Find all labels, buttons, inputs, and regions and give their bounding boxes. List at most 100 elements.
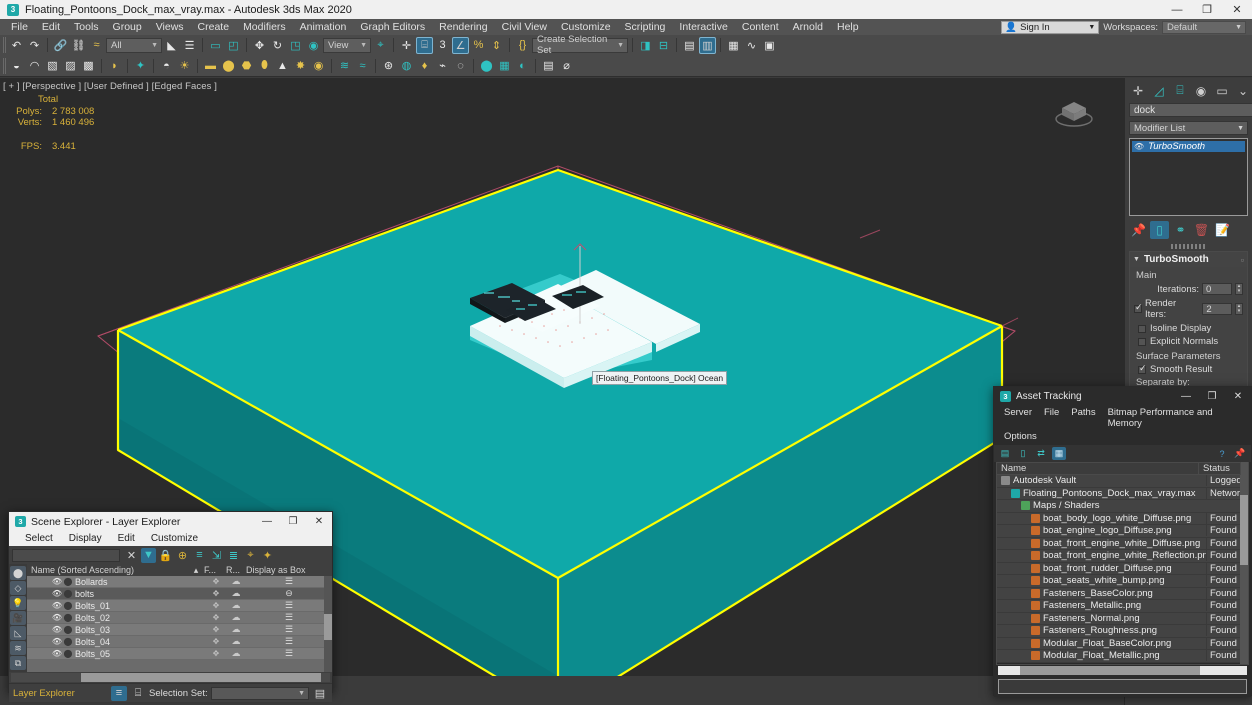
bitmap-icon[interactable]: ▦ [496, 57, 513, 74]
cone-icon[interactable]: ▲ [274, 57, 291, 74]
asset-row[interactable]: Modular_Float_Metallic.png Found [997, 650, 1248, 663]
circle-icon[interactable]: ◉ [310, 57, 327, 74]
redo-icon[interactable]: ↷ [26, 37, 43, 54]
asset-grid-rows[interactable]: Autodesk Vault Logged... Floating_Pontoons… [996, 475, 1249, 665]
scene-explorer-row[interactable]: 👁 ⬤ Bolts_02 ✥ ☁ ☰ [27, 612, 332, 624]
sunlight-icon[interactable]: ◓ [158, 57, 175, 74]
column-renderable[interactable]: R... [226, 565, 246, 575]
sign-in-button[interactable]: 👤 Sign In ▼ [1001, 21, 1100, 34]
isoline-display-checkbox[interactable] [1138, 324, 1146, 333]
sort-icon[interactable]: ⇲ [209, 548, 224, 563]
scene-explorer-icon[interactable]: ▥ [699, 36, 716, 54]
create-tab-icon[interactable]: ✛ [1129, 82, 1147, 100]
filter-icon[interactable]: ▼ [141, 547, 156, 563]
scrollbar-thumb[interactable] [324, 614, 332, 640]
workspace-select[interactable]: Default ▼ [1162, 21, 1246, 34]
display-as-box-icon[interactable]: ☰ [246, 576, 332, 587]
asset-row[interactable]: boat_engine_logo_Diffuse.png Found [997, 525, 1248, 538]
scene-explorer-row[interactable]: 👁 ⬤ bolts ✥ ☁ ⊖ [27, 588, 332, 600]
pick-icon[interactable]: ⌖ [243, 548, 258, 563]
render-iterative-icon[interactable]: ▨ [62, 57, 79, 74]
star-light-icon[interactable]: ✸ [292, 57, 309, 74]
menu-item-scripting[interactable]: Scripting [618, 19, 673, 35]
coord-system-select[interactable]: View ▼ [323, 37, 371, 53]
eye-icon[interactable]: 👁 [51, 589, 63, 598]
clear-search-icon[interactable]: ✕ [124, 548, 139, 563]
check-out-icon[interactable]: ▯ [1016, 447, 1030, 460]
modifier-list-dropdown[interactable]: Modifier List ▼ [1129, 121, 1248, 135]
grid-view-icon[interactable]: ▦ [1052, 447, 1066, 460]
remove-modifier-icon[interactable]: 🗑 [1192, 221, 1211, 239]
light-icon[interactable]: ✦ [132, 57, 149, 74]
render-production-icon[interactable]: ▧ [44, 57, 61, 74]
menu-item-animation[interactable]: Animation [293, 19, 354, 35]
scrollbar-thumb[interactable] [81, 673, 321, 682]
minimize-button[interactable]: — [1162, 0, 1192, 19]
close-button[interactable]: ✕ [1225, 387, 1251, 405]
scene-explorer-list[interactable]: Name (Sorted Ascending) ▴ F... R... Disp… [27, 564, 332, 672]
column-frozen[interactable]: F... [204, 565, 226, 575]
asset-row[interactable]: boat_body_logo_white_Diffuse.png Found [997, 512, 1248, 525]
close-button[interactable]: ✕ [1222, 0, 1252, 19]
display-tab-icon[interactable]: ▭ [1213, 82, 1231, 100]
asset-row[interactable]: boat_front_engine_white_Diffuse.png Found [997, 537, 1248, 550]
compass-icon[interactable]: ⊛ [380, 57, 397, 74]
modify-tab-icon[interactable]: ◿ [1150, 82, 1168, 100]
asset-row[interactable]: Modular_Float_BaseColor.png Found [997, 637, 1248, 650]
angle-snap-3-icon[interactable]: 3 [434, 37, 451, 54]
unlink-icon[interactable]: ⛓ [70, 37, 87, 54]
eye-icon[interactable]: 👁 [1134, 142, 1144, 151]
smooth-result-checkbox[interactable] [1138, 363, 1147, 374]
modifier-stack[interactable]: 👁 TurboSmooth [1129, 138, 1248, 216]
at-menu-file[interactable]: File [1038, 406, 1065, 430]
scene-explorer-row[interactable]: 👁 ⬤ Bolts_04 ✥ ☁ ☰ [27, 636, 332, 648]
angle-snap-icon[interactable]: ∠ [452, 36, 469, 54]
render-iters-spinner[interactable]: ▴ ▾ [1235, 303, 1243, 315]
scene-explorer-row[interactable]: 👁 ⬤ Bollards ✥ ☁ ☰ [27, 576, 332, 588]
asset-row[interactable]: boat_seats_white_bump.png Found [997, 575, 1248, 588]
help-icon[interactable]: ? [1215, 447, 1229, 460]
minimize-button[interactable]: — [1173, 387, 1199, 405]
pin-stack-icon[interactable]: 📌 [1129, 221, 1148, 239]
eye-icon[interactable]: 👁 [51, 637, 63, 646]
display-as-box-icon[interactable]: ⊖ [246, 588, 332, 599]
scrollbar-thumb[interactable] [1020, 666, 1200, 675]
check-in-icon[interactable]: ▤ [998, 447, 1012, 460]
make-unique-icon[interactable]: ⚭ [1171, 221, 1190, 239]
renderable-toggle-icon[interactable]: ☁ [226, 576, 246, 587]
use-center-icon[interactable]: ✛ [398, 37, 415, 54]
asset-row[interactable]: Autodesk Vault Logged... [997, 475, 1248, 488]
color-dot[interactable]: ⬤ [63, 625, 73, 634]
display-as-box-icon[interactable]: ☰ [246, 624, 332, 635]
flame-icon[interactable]: ♦ [416, 57, 433, 74]
grid-horizontal-scrollbar[interactable] [998, 666, 1247, 675]
column-name[interactable]: Name [997, 463, 1198, 474]
use-pivot-center-icon[interactable]: ⌖ [372, 37, 389, 54]
menu-item-customize[interactable]: Customize [554, 19, 618, 35]
at-menu-server[interactable]: Server [998, 406, 1038, 430]
path-input[interactable] [998, 679, 1247, 694]
schematic-view-icon[interactable]: ∿ [743, 37, 760, 54]
menu-item-modifiers[interactable]: Modifiers [236, 19, 293, 35]
geometry-filter-icon[interactable]: ⬤ [10, 566, 26, 580]
asset-row[interactable]: boat_front_engine_white_Reflection.png Fo… [997, 550, 1248, 563]
display-as-box-icon[interactable]: ☰ [246, 612, 332, 623]
mirror-icon[interactable]: ◨ [637, 37, 654, 54]
asset-row[interactable]: Maps / Shaders [997, 500, 1248, 513]
menu-item-tools[interactable]: Tools [67, 19, 106, 35]
renderable-toggle-icon[interactable]: ☁ [226, 648, 246, 659]
maximize-button[interactable]: ❐ [1199, 387, 1225, 405]
column-status[interactable]: Status [1198, 463, 1240, 474]
select-by-name-icon[interactable]: ☰ [181, 37, 198, 54]
frozen-toggle-icon[interactable]: ✥ [206, 577, 226, 586]
hierarchy-mode-icon[interactable]: ⌸ [130, 686, 146, 701]
notes-icon[interactable]: ▤ [540, 57, 557, 74]
list-horizontal-scrollbar[interactable] [11, 673, 330, 682]
groups-filter-icon[interactable]: ⧉ [10, 656, 26, 670]
chrome-sphere-icon[interactable]: ⬤ [478, 57, 495, 74]
frozen-toggle-icon[interactable]: ✥ [206, 613, 226, 622]
selection-filter-select[interactable]: All ▼ [106, 37, 162, 53]
renderable-toggle-icon[interactable]: ☁ [226, 636, 246, 647]
asset-row[interactable]: Fasteners_BaseColor.png Found [997, 587, 1248, 600]
color-dot[interactable]: ⬤ [63, 577, 73, 586]
